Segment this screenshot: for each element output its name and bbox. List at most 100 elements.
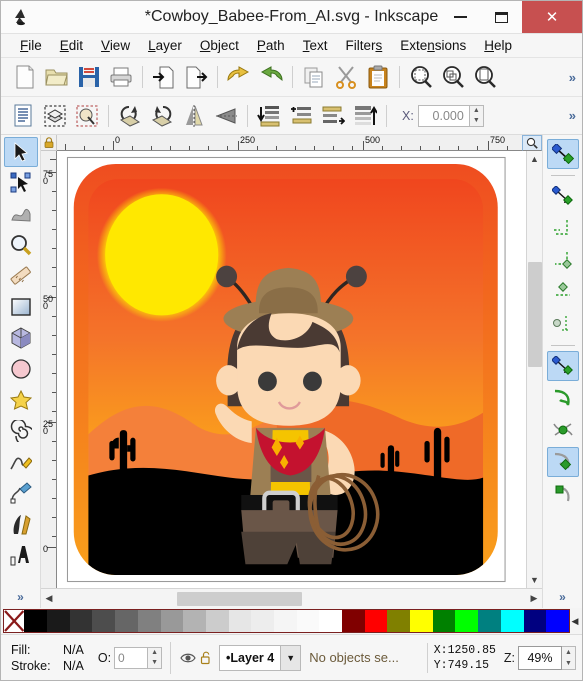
- spiral-tool[interactable]: [4, 416, 38, 446]
- spinner-up-icon[interactable]: ▲: [148, 648, 161, 658]
- horizontal-scrollbar[interactable]: ◀ ▶: [41, 588, 542, 608]
- swatch-color[interactable]: [410, 610, 433, 632]
- zoom-input[interactable]: [518, 645, 562, 670]
- flip-vertical-icon[interactable]: [211, 101, 241, 131]
- save-document-icon[interactable]: [74, 62, 104, 92]
- undo-icon[interactable]: [224, 62, 254, 92]
- rotate-cw-icon[interactable]: [147, 101, 177, 131]
- zoom-page-icon[interactable]: [470, 62, 500, 92]
- swatch-color[interactable]: [228, 610, 252, 632]
- deselect-icon[interactable]: [72, 101, 102, 131]
- zoom-control[interactable]: Z: ▲ ▼: [504, 645, 576, 670]
- cut-icon[interactable]: [331, 62, 361, 92]
- vertical-scrollbar[interactable]: ▲ ▼: [526, 151, 542, 588]
- select-all-icon[interactable]: [8, 101, 38, 131]
- lower-icon[interactable]: [286, 101, 316, 131]
- snap-master-icon[interactable]: [546, 139, 579, 169]
- layer-selector[interactable]: •Layer 4 ▼: [219, 644, 302, 671]
- swatch-color[interactable]: [160, 610, 184, 632]
- swatch-color[interactable]: [47, 610, 70, 632]
- zoom-selection-icon[interactable]: [406, 62, 436, 92]
- spinner-up-icon[interactable]: ▲: [470, 106, 483, 116]
- ruler-zoom-icon[interactable]: [522, 135, 542, 151]
- swatch-color[interactable]: [273, 610, 297, 632]
- zoom-spinner-arrows[interactable]: ▲ ▼: [562, 645, 576, 670]
- tweak-tool[interactable]: [4, 199, 38, 229]
- horizontal-ruler[interactable]: 0 250 500 750: [57, 135, 522, 151]
- node-editor-tool[interactable]: [4, 168, 38, 198]
- swatch-color[interactable]: [251, 610, 274, 632]
- paste-icon[interactable]: [363, 62, 393, 92]
- snap-cusp-node-icon[interactable]: [546, 447, 579, 477]
- swatch-none[interactable]: [4, 610, 25, 632]
- swatch-color[interactable]: [319, 610, 343, 632]
- snap-path-icon[interactable]: [547, 383, 579, 413]
- menu-object[interactable]: Object: [191, 36, 248, 55]
- horizontal-scroll-thumb[interactable]: [177, 591, 302, 606]
- menu-file[interactable]: FFileile: [11, 36, 51, 55]
- drawing-canvas[interactable]: [57, 151, 526, 588]
- x-input[interactable]: [417, 104, 470, 127]
- spinner-down-icon[interactable]: ▼: [470, 116, 483, 126]
- eye-icon[interactable]: [179, 649, 197, 667]
- selector-tool[interactable]: [3, 137, 38, 167]
- snap-nodes-icon[interactable]: [546, 351, 579, 381]
- swatch-color[interactable]: [500, 610, 524, 632]
- opacity-input[interactable]: [114, 646, 149, 669]
- scroll-down-button[interactable]: ▼: [527, 572, 543, 588]
- pencil-tool[interactable]: [4, 447, 38, 477]
- redo-icon[interactable]: [256, 62, 286, 92]
- lower-to-bottom-icon[interactable]: [254, 101, 284, 131]
- scroll-left-button[interactable]: ◀: [41, 591, 57, 607]
- swatch-color[interactable]: [137, 610, 161, 632]
- command-toolbar-overflow[interactable]: »: [569, 70, 576, 85]
- new-document-icon[interactable]: [10, 62, 40, 92]
- snap-bbox-center-icon[interactable]: [547, 309, 579, 339]
- chevron-down-icon[interactable]: ▼: [280, 645, 301, 670]
- zoom-drawing-icon[interactable]: [438, 62, 468, 92]
- menu-filters[interactable]: Filters: [336, 36, 391, 55]
- spinner-up-icon[interactable]: ▲: [562, 647, 575, 658]
- open-document-icon[interactable]: [42, 62, 72, 92]
- swatch-color[interactable]: [69, 610, 93, 632]
- spinner-down-icon[interactable]: ▼: [148, 658, 161, 668]
- swatch-color[interactable]: [115, 610, 138, 632]
- rotate-ccw-icon[interactable]: [115, 101, 145, 131]
- snap-bbox-edge-mid-icon[interactable]: [547, 277, 579, 307]
- vertical-scroll-thumb[interactable]: [527, 262, 542, 367]
- menu-path[interactable]: Path: [248, 36, 294, 55]
- vertical-ruler[interactable]: 750 500 250 0: [41, 151, 57, 588]
- swatch-color[interactable]: [24, 610, 48, 632]
- close-button[interactable]: ✕: [522, 1, 582, 33]
- unlock-icon[interactable]: [197, 649, 215, 667]
- ellipse-tool[interactable]: [4, 354, 38, 384]
- swatch-color[interactable]: [455, 610, 479, 632]
- scroll-up-button[interactable]: ▲: [527, 151, 543, 167]
- export-icon[interactable]: [181, 62, 211, 92]
- snapbar-overflow[interactable]: »: [559, 590, 566, 604]
- zoom-tool[interactable]: [4, 230, 38, 260]
- star-tool[interactable]: [4, 385, 38, 415]
- swatch-color[interactable]: [296, 610, 320, 632]
- toolbox-overflow[interactable]: »: [17, 590, 24, 604]
- menu-help[interactable]: Help: [475, 36, 521, 55]
- raise-to-top-icon[interactable]: [350, 101, 380, 131]
- ruler-lock-icon[interactable]: [41, 135, 57, 151]
- swatch-color[interactable]: [546, 610, 569, 632]
- swatch-color[interactable]: [432, 610, 456, 632]
- menu-edit[interactable]: Edit: [51, 36, 92, 55]
- menu-view[interactable]: View: [92, 36, 139, 55]
- raise-icon[interactable]: [318, 101, 348, 131]
- minimize-button[interactable]: [440, 1, 481, 33]
- maximize-button[interactable]: [481, 1, 522, 33]
- swatch-color[interactable]: [478, 610, 501, 632]
- x-spinner-arrows[interactable]: ▲ ▼: [469, 104, 484, 127]
- rectangle-tool[interactable]: [4, 292, 38, 322]
- palette-scroll-arrow-icon[interactable]: ◀: [570, 616, 580, 627]
- copy-icon[interactable]: [299, 62, 329, 92]
- import-icon[interactable]: [149, 62, 179, 92]
- snap-path-intersect-icon[interactable]: [547, 415, 579, 445]
- opacity-control[interactable]: O: ▲ ▼: [98, 646, 163, 669]
- tool-controls-overflow[interactable]: »: [569, 108, 576, 123]
- opacity-spinner-arrows[interactable]: ▲ ▼: [148, 646, 163, 669]
